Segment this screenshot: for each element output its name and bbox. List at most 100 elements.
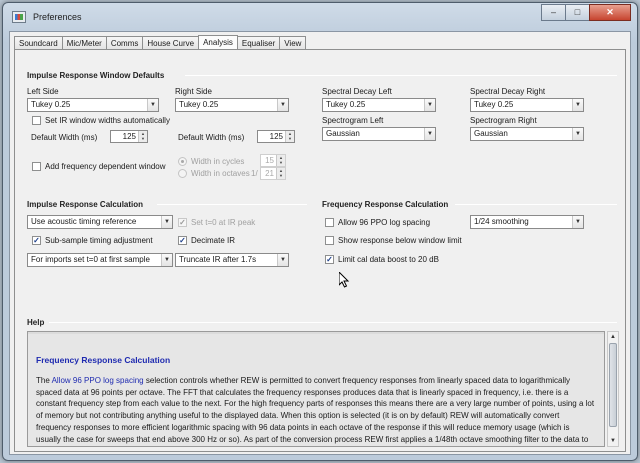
chevron-down-icon: ▼ xyxy=(277,99,288,111)
default-width-right-label: Default Width (ms) xyxy=(178,133,245,142)
sub-sample-timing-checkbox[interactable]: ✓ xyxy=(32,236,41,245)
show-below-window-checkbox[interactable] xyxy=(325,236,334,245)
help-section-title: Help xyxy=(27,318,45,327)
scroll-up-icon[interactable]: ▲ xyxy=(608,332,618,342)
default-width-right-value: 125 xyxy=(269,132,283,141)
width-in-octaves-value: 21 xyxy=(265,169,274,178)
close-button[interactable]: ✕ xyxy=(589,4,631,21)
limit-cal-boost-label: Limit cal data boost to 20 dB xyxy=(338,255,439,264)
spin-down-icon[interactable]: ▼ xyxy=(286,136,294,141)
minimize-button[interactable]: – xyxy=(541,4,566,21)
freq-dependent-window-checkbox[interactable] xyxy=(32,162,41,171)
irw-divider xyxy=(185,75,617,76)
spin-down-icon[interactable]: ▼ xyxy=(277,160,285,165)
irw-section-title: Impulse Response Window Defaults xyxy=(27,71,165,80)
smoothing-value: 1/24 smoothing xyxy=(474,217,529,226)
spinner-buttons: ▲ ▼ xyxy=(285,131,294,142)
spectral-decay-right-value: Tukey 0.25 xyxy=(474,100,514,109)
default-width-left-value: 125 xyxy=(122,132,136,141)
decimate-ir-checkbox[interactable]: ✓ xyxy=(178,236,187,245)
tab-equaliser[interactable]: Equaliser xyxy=(236,36,281,50)
right-side-select[interactable]: Tukey 0.25 ▼ xyxy=(175,98,289,112)
analysis-panel: Impulse Response Window Defaults Left Si… xyxy=(14,49,626,452)
chevron-down-icon: ▼ xyxy=(572,216,583,228)
preferences-window: Preferences – □ ✕ Soundcard Mic/Meter Co… xyxy=(2,2,638,461)
tab-house-curve[interactable]: House Curve xyxy=(142,36,200,50)
chevron-down-icon: ▼ xyxy=(572,99,583,111)
spinner-buttons: ▲ ▼ xyxy=(276,168,285,179)
window-controls: – □ ✕ xyxy=(541,4,631,21)
maximize-button[interactable]: □ xyxy=(565,4,590,21)
app-icon xyxy=(12,11,26,23)
default-width-left-label: Default Width (ms) xyxy=(31,133,98,142)
spectrogram-left-label: Spectrogram Left xyxy=(322,116,384,125)
scroll-thumb[interactable] xyxy=(609,343,617,427)
help-top-strip xyxy=(28,332,604,334)
allow-96-ppo-checkbox[interactable] xyxy=(325,218,334,227)
help-scrollbar[interactable]: ▲ ▼ xyxy=(607,331,619,447)
help-text-area[interactable]: Frequency Response Calculation The Allow… xyxy=(27,331,605,447)
irc-section-title: Impulse Response Calculation xyxy=(27,200,144,209)
set-t0-at-peak-label: Set t=0 at IR peak xyxy=(191,218,256,227)
set-ir-widths-checkbox[interactable] xyxy=(32,116,41,125)
limit-cal-boost-checkbox[interactable]: ✓ xyxy=(325,255,334,264)
scroll-down-icon[interactable]: ▼ xyxy=(608,436,618,446)
spectrogram-left-value: Gaussian xyxy=(326,129,360,138)
allow-96-ppo-label: Allow 96 PPO log spacing xyxy=(338,218,431,227)
left-side-value: Tukey 0.25 xyxy=(31,100,71,109)
tab-analysis[interactable]: Analysis xyxy=(198,35,238,50)
chevron-down-icon: ▼ xyxy=(277,254,288,266)
default-width-left-spinner[interactable]: 125 ▲ ▼ xyxy=(110,130,148,143)
right-side-label: Right Side xyxy=(175,87,212,96)
help-paragraph: The Allow 96 PPO log spacing selection c… xyxy=(36,375,596,446)
smoothing-select[interactable]: 1/24 smoothing ▼ xyxy=(470,215,584,229)
help-heading: Frequency Response Calculation xyxy=(36,355,171,365)
irc-divider xyxy=(157,204,307,205)
chevron-down-icon: ▼ xyxy=(424,128,435,140)
spectral-decay-right-label: Spectral Decay Right xyxy=(470,87,546,96)
left-side-select[interactable]: Tukey 0.25 ▼ xyxy=(27,98,159,112)
right-side-value: Tukey 0.25 xyxy=(179,100,219,109)
tab-mic-meter[interactable]: Mic/Meter xyxy=(61,36,107,50)
width-in-cycles-radio[interactable] xyxy=(178,157,187,166)
window-title: Preferences xyxy=(33,12,82,22)
imports-t0-select[interactable]: For imports set t=0 at first sample ▼ xyxy=(27,253,173,267)
spectral-decay-left-label: Spectral Decay Left xyxy=(322,87,392,96)
chevron-down-icon: ▼ xyxy=(161,216,172,228)
tab-view[interactable]: View xyxy=(279,36,307,50)
title-bar[interactable]: Preferences – □ ✕ xyxy=(3,3,637,31)
spinner-buttons: ▲ ▼ xyxy=(276,155,285,166)
help-text-body: selection controls whether REW is permit… xyxy=(36,376,595,444)
width-in-octaves-radio[interactable] xyxy=(178,169,187,178)
width-in-cycles-value: 15 xyxy=(265,156,274,165)
default-width-right-spinner[interactable]: 125 ▲ ▼ xyxy=(257,130,295,143)
help-text-prefix: The xyxy=(36,376,52,385)
frc-section-title: Frequency Response Calculation xyxy=(322,200,449,209)
spin-down-icon[interactable]: ▼ xyxy=(139,136,147,141)
tab-strip: Soundcard Mic/Meter Comms House Curve An… xyxy=(14,35,307,50)
spectrogram-right-value: Gaussian xyxy=(474,129,508,138)
tab-comms[interactable]: Comms xyxy=(105,36,144,50)
spectrogram-left-select[interactable]: Gaussian ▼ xyxy=(322,127,436,141)
timing-reference-select[interactable]: Use acoustic timing reference ▼ xyxy=(27,215,173,229)
width-in-cycles-spinner[interactable]: 15 ▲ ▼ xyxy=(260,154,286,167)
chevron-down-icon: ▼ xyxy=(161,254,172,266)
freq-dependent-window-label: Add frequency dependent window xyxy=(45,162,166,171)
width-in-cycles-label: Width in cycles xyxy=(191,157,245,166)
help-divider xyxy=(49,322,617,323)
truncate-ir-value: Truncate IR after 1.7s xyxy=(179,255,257,264)
spectral-decay-right-select[interactable]: Tukey 0.25 ▼ xyxy=(470,98,584,112)
sub-sample-timing-label: Sub-sample timing adjustment xyxy=(45,236,153,245)
timing-reference-value: Use acoustic timing reference xyxy=(31,217,137,226)
width-in-octaves-spinner[interactable]: 21 ▲ ▼ xyxy=(260,167,286,180)
tab-soundcard[interactable]: Soundcard xyxy=(14,36,63,50)
help-link-allow-96-ppo[interactable]: Allow 96 PPO log spacing xyxy=(52,376,144,385)
set-t0-at-peak-checkbox[interactable]: ✓ xyxy=(178,218,187,227)
truncate-ir-select[interactable]: Truncate IR after 1.7s ▼ xyxy=(175,253,289,267)
spectral-decay-left-select[interactable]: Tukey 0.25 ▼ xyxy=(322,98,436,112)
spin-down-icon[interactable]: ▼ xyxy=(277,173,285,178)
show-below-window-label: Show response below window limit xyxy=(338,236,462,245)
width-in-octaves-label: Width in octaves xyxy=(191,169,250,178)
spectral-decay-left-value: Tukey 0.25 xyxy=(326,100,366,109)
spectrogram-right-select[interactable]: Gaussian ▼ xyxy=(470,127,584,141)
